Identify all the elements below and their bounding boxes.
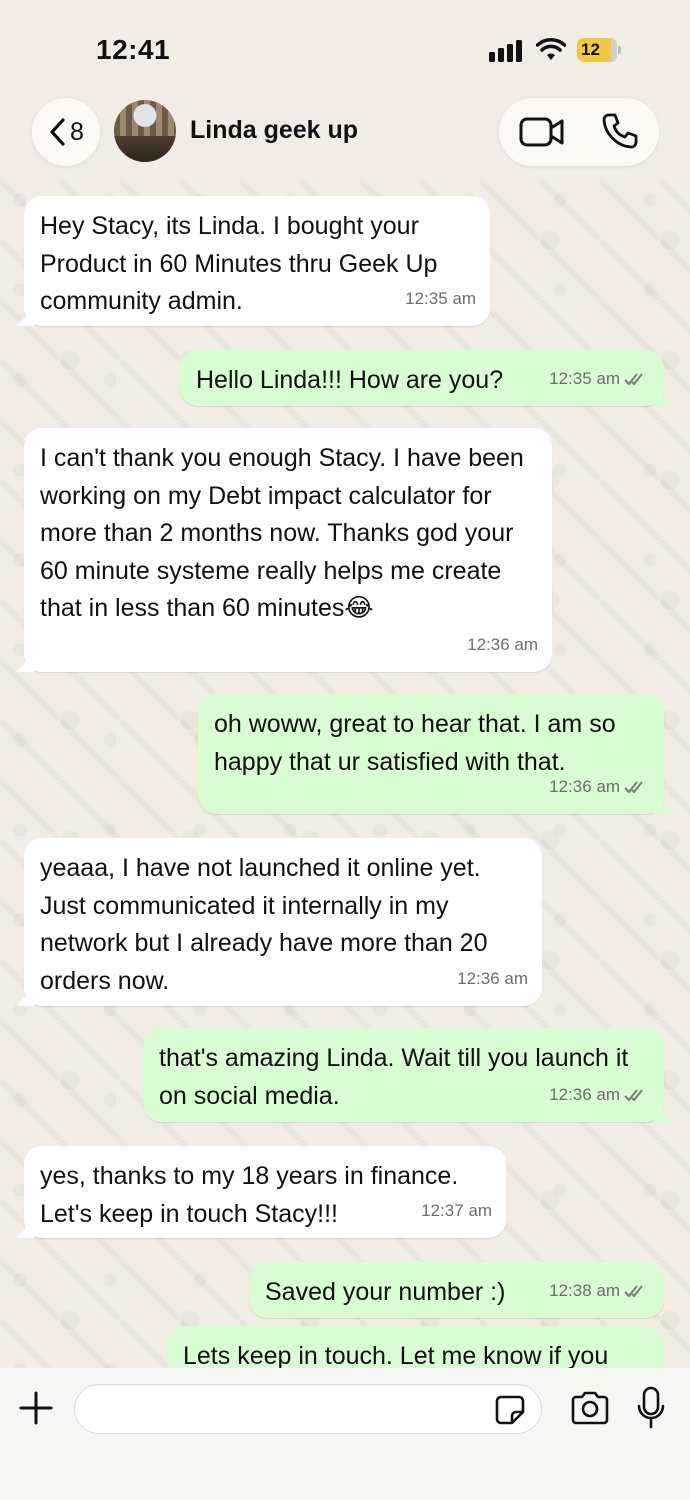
microphone-icon[interactable] [636,1386,666,1430]
message-incoming[interactable]: yeaaa, I have not launched it online yet… [24,838,542,1006]
message-outgoing[interactable]: Hello Linda!!! How are you? 12:35 am [180,350,664,406]
battery-icon: 12 [577,38,621,62]
message-text: Lets keep in touch. Let me know if you [183,1342,609,1368]
message-time: 12:36 am [457,969,528,989]
message-time: 12:38 am [549,1281,620,1301]
message-outgoing[interactable]: Lets keep in touch. Let me know if you [167,1326,664,1368]
back-button[interactable]: 8 [32,98,100,166]
wifi-icon [536,38,566,60]
read-receipt-icon [624,373,643,386]
camera-icon[interactable] [570,1390,610,1426]
message-time: 12:36 am [467,635,538,655]
plus-icon[interactable] [18,1390,54,1426]
message-incoming[interactable]: yes, thanks to my 18 years in finance. L… [24,1146,506,1238]
message-input[interactable] [74,1384,542,1434]
video-call-icon[interactable] [519,114,565,150]
contact-name[interactable]: Linda geek up [190,116,358,145]
message-time: 12:36 am [549,1085,620,1105]
status-bar: 12:41 12 [0,0,690,96]
message-outgoing[interactable]: oh woww, great to hear that. I am so hap… [198,694,664,814]
message-time: 12:35 am [405,289,476,309]
message-outgoing[interactable]: that's amazing Linda. Wait till you laun… [143,1028,664,1122]
message-time: 12:35 am [549,369,620,389]
message-incoming[interactable]: Hey Stacy, its Linda. I bought your Prod… [24,196,490,326]
read-receipt-icon [624,1089,643,1102]
message-outgoing[interactable]: Saved your number :) 12:38 am [249,1262,664,1318]
battery-level: 12 [581,40,600,59]
phone-icon[interactable] [601,112,639,150]
message-time: 12:36 am [549,777,620,797]
chat-header: 8 Linda geek up [0,96,690,180]
unread-count: 8 [70,117,84,146]
cellular-signal-icon [489,40,522,62]
contact-avatar[interactable] [114,100,176,162]
call-actions [499,98,659,166]
message-incoming[interactable]: I can't thank you enough Stacy. I have b… [24,428,552,672]
message-text: I can't thank you enough Stacy. I have b… [40,444,524,623]
message-time: 12:37 am [421,1201,492,1221]
read-receipt-icon [624,781,643,794]
sticker-icon[interactable] [494,1394,526,1426]
read-receipt-icon [624,1285,643,1298]
message-list[interactable]: Hey Stacy, its Linda. I bought your Prod… [0,180,690,1368]
message-composer [0,1368,690,1500]
chevron-left-icon [50,118,65,146]
status-time: 12:41 [96,34,171,65]
message-text: yeaaa, I have not launched it online yet… [40,854,488,995]
